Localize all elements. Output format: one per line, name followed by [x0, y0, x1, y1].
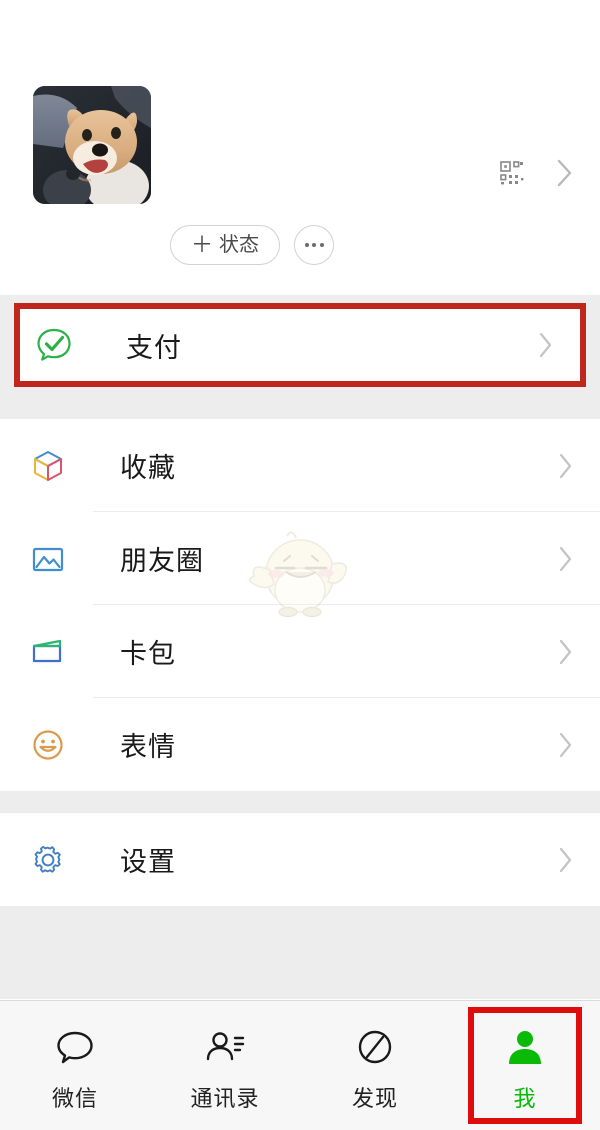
menu-label-emoji: 表情 [120, 732, 176, 762]
add-status-button[interactable]: ＋ 状态 [170, 225, 281, 265]
chevron-right-icon [559, 732, 572, 757]
menu-row-moments[interactable]: 朋友圈 [0, 512, 600, 605]
payment-highlight-box: 支付 [14, 303, 586, 387]
card-wallet-icon [28, 632, 68, 672]
favorites-cube-icon [28, 446, 68, 486]
qr-code-icon[interactable] [500, 161, 524, 185]
bottom-tab-bar: 微信 通讯录 发现 我 [0, 1000, 600, 1130]
tab-wechat[interactable]: 微信 [0, 1001, 150, 1130]
chevron-right-icon [559, 639, 572, 664]
moments-photo-icon [28, 539, 68, 579]
menu-label-moments: 朋友圈 [120, 546, 204, 576]
tab-label-me: 我 [513, 1085, 537, 1111]
menu-row-emoji[interactable]: 表情 [0, 698, 600, 791]
wechat-pay-icon [34, 325, 74, 365]
contacts-icon [203, 1025, 247, 1071]
tab-label-discover: 发现 [351, 1085, 398, 1111]
tab-label-contacts: 通讯录 [190, 1085, 260, 1111]
emoji-smiley-icon [28, 725, 68, 765]
menu-label-favorites: 收藏 [120, 453, 176, 483]
tab-label-wechat: 微信 [51, 1085, 98, 1111]
menu-row-payment[interactable]: 支付 [20, 309, 580, 381]
person-icon [503, 1025, 547, 1071]
menu-row-favorites[interactable]: 收藏 [0, 419, 600, 512]
main-menu-group: 收藏 朋友圈 卡包 表情 [0, 419, 600, 791]
chevron-right-icon [559, 546, 572, 571]
tab-discover[interactable]: 发现 [300, 1001, 450, 1130]
section-gap [0, 791, 600, 813]
add-status-label: 状态 [219, 234, 260, 256]
settings-group: 设置 [0, 813, 600, 906]
status-actions: ＋ 状态 [170, 225, 335, 265]
gear-icon [28, 840, 68, 880]
more-options-button[interactable] [294, 225, 335, 265]
menu-row-settings[interactable]: 设置 [0, 813, 600, 906]
profile-header-actions [500, 158, 574, 188]
tab-me[interactable]: 我 [450, 1001, 600, 1130]
dot-icon [312, 243, 317, 247]
menu-label-payment: 支付 [126, 332, 182, 363]
dot-icon [304, 243, 309, 247]
avatar[interactable] [33, 86, 151, 204]
chat-bubble-icon [53, 1025, 97, 1071]
chevron-right-icon [559, 453, 572, 478]
profile-header: ＋ 状态 [0, 0, 600, 295]
profile-chevron-right-icon[interactable] [556, 158, 574, 188]
menu-label-settings: 设置 [120, 847, 176, 877]
wechat-me-screen: ＋ 状态 支付 收藏 朋友圈 卡包 表情 设置 微信 通讯录 发现 我 [0, 0, 600, 1130]
dot-icon [319, 243, 324, 247]
section-gap [0, 393, 600, 419]
compass-icon [353, 1025, 397, 1071]
menu-row-cards[interactable]: 卡包 [0, 605, 600, 698]
payment-section: 支付 [0, 295, 600, 393]
bottom-gap [0, 906, 600, 999]
menu-label-cards: 卡包 [120, 639, 176, 669]
chevron-right-icon [559, 847, 572, 872]
tab-contacts[interactable]: 通讯录 [150, 1001, 300, 1130]
plus-icon: ＋ [191, 232, 214, 257]
chevron-right-icon [539, 332, 552, 358]
